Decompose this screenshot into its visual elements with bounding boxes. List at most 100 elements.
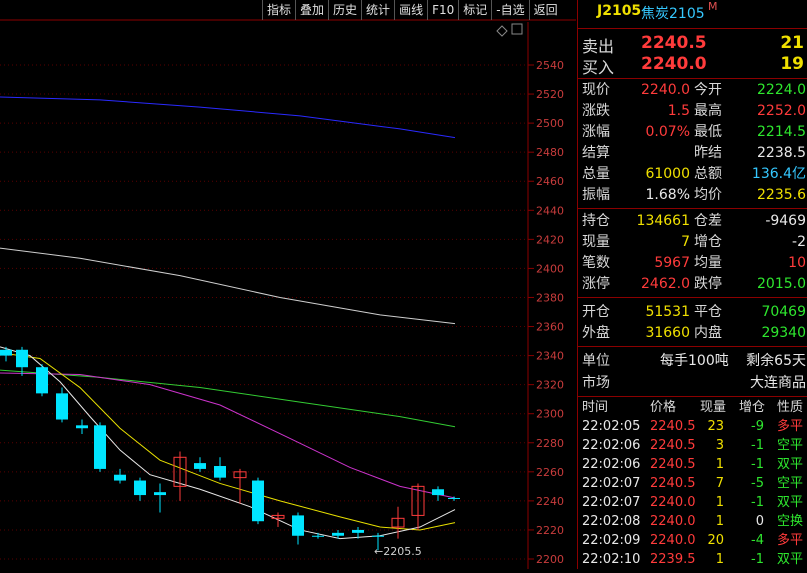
candle-body: [352, 529, 364, 533]
toolbar-button-5[interactable]: F10: [427, 0, 458, 20]
stat-label: 振幅: [582, 187, 610, 203]
toolbar-button-3[interactable]: 统计: [361, 0, 394, 20]
candle-body: [194, 463, 206, 469]
chart-toolbar: 指标 叠加 历史 统计 画线 F10 标记 -自选 返回: [262, 0, 562, 20]
stat-row: 现价 2240.0 今开 2224.0: [578, 80, 807, 101]
stat-label: 均价: [694, 187, 722, 203]
y-tick-label: 2520: [536, 88, 564, 101]
ask-volume: 21: [780, 33, 804, 53]
stat-row: 涨幅 0.07% 最低 2214.5: [578, 122, 807, 143]
candle-body: [312, 535, 324, 537]
market-value: 大连商品: [750, 375, 806, 391]
stat-value: 2252.0: [757, 103, 806, 119]
stat-label: 总额: [694, 166, 722, 182]
tick-row[interactable]: 22:02:09 2240.0 20 -4 多平: [578, 531, 807, 550]
stat-label: 今开: [694, 82, 722, 98]
toolbar-button-4[interactable]: 画线: [394, 0, 427, 20]
toolbar-button-1[interactable]: 叠加: [295, 0, 328, 20]
tick-row[interactable]: 22:02:06 2240.5 3 -1 空平: [578, 436, 807, 455]
stat-value: 10: [788, 255, 806, 271]
tick-time: 22:02:06: [582, 457, 641, 472]
candle-body: [332, 532, 344, 536]
tick-oi-change: -1: [751, 552, 764, 567]
tick-time: 22:02:05: [582, 419, 641, 434]
tick-time: 22:02:08: [582, 514, 641, 529]
tick-row[interactable]: 22:02:05 2240.5 23 -9 多平: [578, 417, 807, 436]
stat-row: 总量 61000 总额 136.4亿: [578, 164, 807, 185]
tick-row[interactable]: 22:02:06 2240.5 1 -1 双平: [578, 455, 807, 474]
y-tick-label: 2260: [536, 466, 564, 479]
tick-nature: 空平: [777, 438, 804, 453]
stat-label: 现价: [582, 82, 610, 98]
tick-row[interactable]: 22:02:10 2239.5 1 -1 双平: [578, 550, 807, 569]
stat-value: 5967: [654, 255, 690, 271]
tick-price: 2240.5: [650, 419, 696, 434]
tick-volume: 3: [715, 438, 724, 453]
contract-code: J2105: [597, 3, 642, 19]
days-remaining: 剩余65天: [746, 353, 806, 369]
toolbar-button-7[interactable]: -自选: [491, 0, 528, 20]
divider: [578, 208, 807, 209]
tick-volume: 1: [715, 495, 724, 510]
col-nature: 性质: [777, 400, 804, 415]
tick-volume: 1: [715, 552, 724, 567]
stat-label: 涨停: [582, 276, 610, 292]
stat-label: 平仓: [694, 304, 722, 320]
candle-body: [154, 492, 166, 496]
tick-volume: 1: [715, 457, 724, 472]
stat-value: 2224.0: [757, 82, 806, 98]
stat-row: 振幅 1.68% 均价 2235.6: [578, 185, 807, 206]
stat-label: 总量: [582, 166, 610, 182]
stat-value: 7: [681, 234, 690, 250]
tick-row[interactable]: 22:02:07 2240.0 1 -1 双平: [578, 493, 807, 512]
moving-average-line-1: [0, 247, 456, 325]
tick-oi-change: -5: [751, 476, 764, 491]
bid-row[interactable]: 买入 2240.0 19: [578, 54, 807, 77]
contract-name: 焦炭2105: [641, 6, 705, 22]
kline-chart[interactable]: 2540 2520 2500 2480 2460 2440 2420 2400 2380 2360…: [0, 0, 576, 569]
y-tick-label: 2200: [536, 553, 564, 566]
tick-time: 22:02:09: [582, 533, 641, 548]
stat-row: 开仓 51531 平仓 70469: [578, 302, 807, 323]
tick-oi-change: -1: [751, 438, 764, 453]
stat-value: 2214.5: [757, 124, 806, 140]
kline-chart-svg[interactable]: 2540 2520 2500 2480 2460 2440 2420 2400 2380 2360…: [0, 0, 576, 569]
stat-label: 增仓: [694, 234, 722, 250]
stat-label: 现量: [582, 234, 610, 250]
stat-row: 涨停 2462.0 跌停 2015.0: [578, 274, 807, 295]
ask-row[interactable]: 卖出 2240.5 21: [578, 33, 807, 56]
ticks-header: 时间 价格 现量 增仓 性质: [578, 398, 807, 417]
tick-price: 2240.0: [650, 533, 696, 548]
stat-label: 结算: [582, 145, 610, 161]
stat-label: 仓差: [694, 213, 722, 229]
col-volume: 现量: [700, 400, 727, 415]
candle-body: [0, 349, 12, 356]
tick-volume: 7: [715, 476, 724, 491]
tick-nature: 双平: [777, 552, 804, 567]
toolbar-button-0[interactable]: 指标: [262, 0, 295, 20]
tick-nature: 多平: [777, 419, 804, 434]
tick-row[interactable]: 22:02:08 2240.0 1 0 空换: [578, 512, 807, 531]
tick-nature: 空平: [777, 476, 804, 491]
tick-nature: 双平: [777, 457, 804, 472]
tick-oi-change: -9: [751, 419, 764, 434]
moving-average-line-4: [0, 352, 456, 531]
toolbar-button-8[interactable]: 返回: [528, 0, 562, 20]
tick-price: 2240.5: [650, 438, 696, 453]
toolbar-button-6[interactable]: 标记: [458, 0, 491, 20]
y-tick-label: 2280: [536, 437, 564, 450]
tick-nature: 双平: [777, 495, 804, 510]
tick-price: 2240.0: [650, 495, 696, 510]
stat-row: 涨跌 1.5 最高 2252.0: [578, 101, 807, 122]
stat-label: 笔数: [582, 255, 610, 271]
tick-price: 2240.5: [650, 457, 696, 472]
tick-volume: 23: [707, 419, 724, 434]
y-tick-label: 2540: [536, 59, 564, 72]
stat-value: 2015.0: [757, 276, 806, 292]
toolbar-button-2[interactable]: 历史: [328, 0, 361, 20]
unit-value: 每手100吨: [660, 353, 729, 369]
stat-value: 136.4亿: [751, 166, 806, 182]
tick-price: 2240.0: [650, 514, 696, 529]
tick-row[interactable]: 22:02:07 2240.5 7 -5 空平: [578, 474, 807, 493]
candle-body: [252, 480, 264, 522]
